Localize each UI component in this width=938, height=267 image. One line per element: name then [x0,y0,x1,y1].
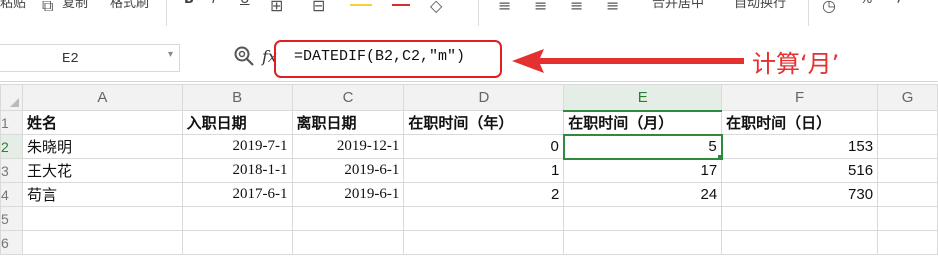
cell-e3[interactable]: 17 [563,158,723,183]
cell-e4[interactable]: 24 [563,182,723,207]
row-header-1[interactable]: 1 [0,110,23,135]
paste-button[interactable]: 粘贴 [0,0,26,11]
currency-icon[interactable]: ◷ [822,0,836,15]
cell-a1[interactable]: 姓名 [21,110,183,135]
ribbon-divider [166,0,167,26]
table-row: 4 苟言 2017-6-1 2019-6-1 2 24 730 [0,182,938,207]
cell-c5[interactable] [291,206,405,231]
column-header-g[interactable]: G [877,84,938,111]
comma-style-icon[interactable]: ʼ [896,0,901,15]
cell-f3[interactable]: 516 [721,158,879,183]
ribbon-toolbar: 粘贴 ⧉ 复制 格式刷 B I U ⊞ ⊟ ◇ ≡ ≡ ≡ ≡ 合并居中 自动换… [0,0,938,30]
auto-wrap-button[interactable]: 自动换行 [734,0,786,11]
cell-a5[interactable] [21,206,183,231]
align-right-icon[interactable]: ≡ [570,0,583,15]
name-box[interactable]: E2 ▾ [0,44,180,72]
column-header-a[interactable]: A [21,84,183,111]
italic-button[interactable]: I [212,0,216,7]
cell-f4[interactable]: 730 [721,182,879,207]
table-row: 2 朱晓明 2019-7-1 2019-12-1 0 5 153 [0,133,938,160]
column-header-b[interactable]: B [181,84,293,111]
table-row: 5 [0,206,938,231]
cell-g2[interactable] [877,134,938,159]
row-header-3[interactable]: 3 [0,158,23,183]
cell-e1[interactable]: 在职时间（月） [563,110,723,135]
table-row: 6 [0,230,938,255]
zoom-icon[interactable] [232,44,256,68]
cell-d1[interactable]: 在职时间（年） [403,110,565,135]
spreadsheet-grid: A B C D E F G 1 姓名 入职日期 离职日期 在职时间（年） 在职时… [0,84,938,255]
row-header-2[interactable]: 2 [0,134,23,159]
cell-d6[interactable] [403,230,565,255]
column-header-f[interactable]: F [721,84,879,111]
merge-center-button[interactable]: 合并居中 [652,0,704,11]
align-left-icon[interactable]: ≡ [498,0,511,15]
bold-button[interactable]: B [184,0,194,7]
column-header-d[interactable]: D [403,84,565,111]
highlight-color-bar [350,4,372,6]
cell-b2[interactable]: 2019-7-1 [181,134,293,159]
cell-e6[interactable] [563,230,723,255]
cell-b5[interactable] [181,206,293,231]
cell-c1[interactable]: 离职日期 [291,110,405,135]
cell-b4[interactable]: 2017-6-1 [181,182,293,207]
cell-e5[interactable] [563,206,723,231]
clear-format-icon[interactable]: ◇ [430,0,442,15]
cell-c2[interactable]: 2019-12-1 [291,134,405,159]
cell-f2[interactable]: 153 [721,134,879,159]
row-header-5[interactable]: 5 [0,206,23,231]
name-box-value: E2 [62,51,79,67]
fill-color-icon[interactable]: ⊟ [312,0,325,15]
ribbon-divider [478,0,479,26]
format-painter-button[interactable]: 格式刷 [110,0,149,11]
cell-g1[interactable] [877,110,938,135]
formula-bar: E2 ▾ fx =DATEDIF(B2,C2,"m") 计算‘月’ [0,36,938,82]
annotation-label: 计算‘月’ [752,50,840,78]
cell-f5[interactable] [721,206,879,231]
row-header-6[interactable]: 6 [0,230,23,255]
chevron-down-icon[interactable]: ▾ [168,49,173,60]
font-color-bar [392,4,410,6]
cell-b1[interactable]: 入职日期 [181,110,293,135]
table-row: 1 姓名 入职日期 离职日期 在职时间（年） 在职时间（月） 在职时间（日） [0,110,938,135]
cell-c4[interactable]: 2019-6-1 [291,182,405,207]
cell-f1[interactable]: 在职时间（日） [721,110,879,135]
row-header-4[interactable]: 4 [0,182,23,207]
cell-c3[interactable]: 2019-6-1 [291,158,405,183]
cell-g6[interactable] [877,230,938,255]
cell-d4[interactable]: 2 [403,182,565,207]
cell-b6[interactable] [181,230,293,255]
cell-g3[interactable] [877,158,938,183]
border-icon[interactable]: ⊞ [270,0,283,15]
justify-icon[interactable]: ≡ [606,0,619,15]
cell-f6[interactable] [721,230,879,255]
column-header-e[interactable]: E [563,84,723,112]
copy-button[interactable]: 复制 [62,0,88,11]
cell-b3[interactable]: 2018-1-1 [181,158,293,183]
align-center-icon[interactable]: ≡ [534,0,547,15]
cell-e2-selected[interactable]: 5 [562,133,723,160]
cell-a3[interactable]: 王大花 [21,158,183,183]
cell-c6[interactable] [291,230,405,255]
cell-g4[interactable] [877,182,938,207]
cell-d2[interactable]: 0 [403,134,565,159]
cell-a2[interactable]: 朱晓明 [21,134,183,159]
copy-icon[interactable]: ⧉ [42,0,53,16]
highlight-box [274,40,502,78]
cell-a6[interactable] [21,230,183,255]
cell-d3[interactable]: 1 [403,158,565,183]
cell-d5[interactable] [403,206,565,231]
cell-a4[interactable]: 苟言 [21,182,183,207]
table-row: 3 王大花 2018-1-1 2019-6-1 1 17 516 [0,158,938,183]
select-all-button[interactable] [0,84,23,111]
percent-button[interactable]: % [860,0,872,7]
cell-g5[interactable] [877,206,938,231]
ribbon-divider [808,0,809,26]
arrow-left-icon [512,49,744,73]
column-header-row: A B C D E F G [0,84,938,112]
underline-button[interactable]: U [240,0,250,7]
column-header-c[interactable]: C [291,84,405,111]
